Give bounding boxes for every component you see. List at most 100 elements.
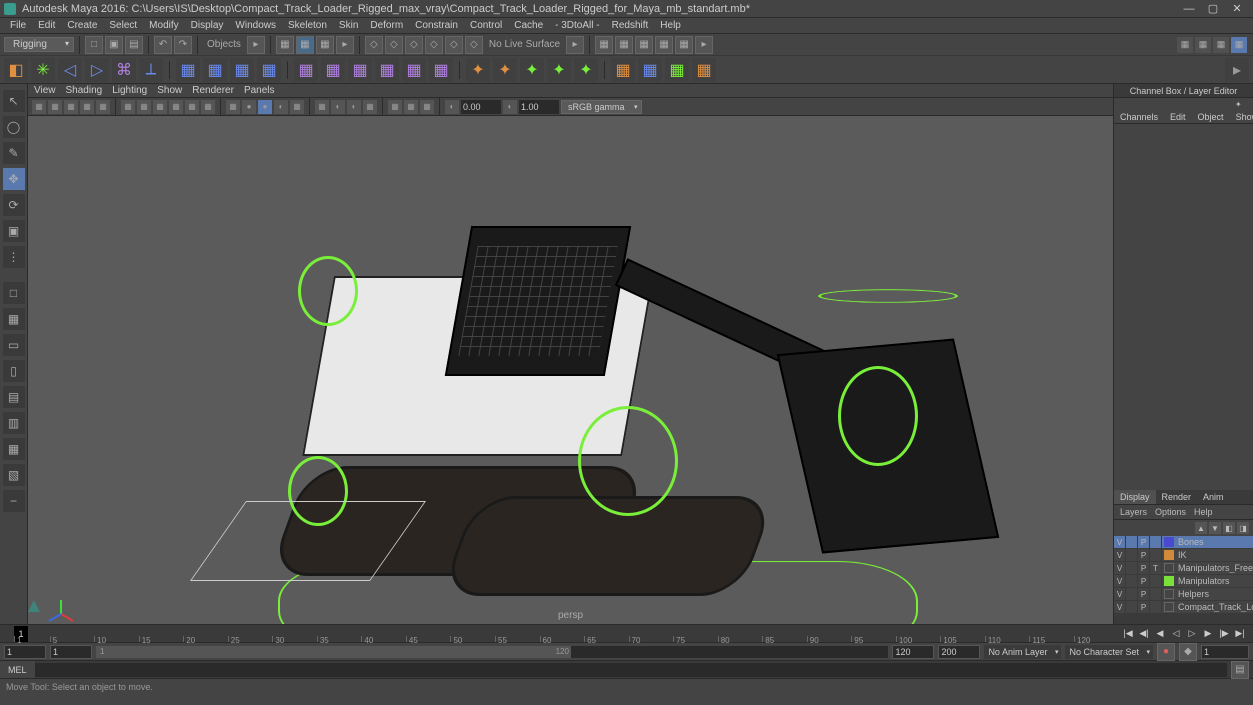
vp-textured-icon[interactable]: ● (258, 100, 272, 114)
vp-motion-blur-icon[interactable]: ▦ (388, 100, 402, 114)
constraint-parent-icon[interactable]: ✦ (466, 58, 490, 82)
layer-menu-options[interactable]: Options (1155, 507, 1186, 517)
layer-menu-layers[interactable]: Layers (1120, 507, 1147, 517)
bind-skin-icon[interactable]: ▦ (176, 58, 200, 82)
select-by-object-icon[interactable]: ▦ (276, 36, 294, 54)
command-language-label[interactable]: MEL (0, 661, 35, 678)
menu-file[interactable]: File (4, 20, 32, 31)
toggle-modeling-icon[interactable]: ▦ (1177, 37, 1193, 53)
viewport-menu-lighting[interactable]: Lighting (112, 85, 147, 96)
layer-r-toggle[interactable] (1126, 562, 1138, 574)
single-pane-icon[interactable]: □ (3, 282, 25, 304)
layer-row[interactable]: VPHelpers (1114, 588, 1253, 601)
vp-dof-icon[interactable]: ▦ (420, 100, 434, 114)
vp-xray-joints-icon[interactable]: ◐ (347, 100, 361, 114)
layer-tab-anim[interactable]: Anim (1197, 490, 1230, 504)
redo-icon[interactable]: ↷ (174, 36, 192, 54)
select-hierarchy-icon[interactable]: ▸ (247, 36, 265, 54)
move-tool-icon[interactable]: ✥ (3, 168, 25, 190)
rig-control-top[interactable] (818, 289, 958, 303)
vp-res-gate-icon[interactable]: ▦ (153, 100, 167, 114)
layer-move-down-icon[interactable]: ▼ (1209, 522, 1221, 534)
menu-create[interactable]: Create (61, 20, 103, 31)
menu-skeleton[interactable]: Skeleton (282, 20, 333, 31)
step-back-key-button[interactable]: ◀| (1137, 627, 1151, 639)
nonlinear-icon[interactable]: ▦ (429, 58, 453, 82)
play-forward-button[interactable]: ▷ (1185, 627, 1199, 639)
layer-t-toggle[interactable] (1150, 549, 1162, 561)
toggle-tool-icon[interactable]: ▦ (1213, 37, 1229, 53)
toggle-attr-icon[interactable]: ▦ (1195, 37, 1211, 53)
layer-r-toggle[interactable] (1126, 601, 1138, 613)
layer-menu-help[interactable]: Help (1194, 507, 1213, 517)
constraint-point-icon[interactable]: ✦ (493, 58, 517, 82)
layer-r-toggle[interactable] (1126, 549, 1138, 561)
layer-name[interactable]: IK (1176, 550, 1253, 560)
vp-xray-icon[interactable]: ◐ (331, 100, 345, 114)
layer-name[interactable]: Manipulators (1176, 576, 1253, 586)
constraint-orient-icon[interactable]: ✦ (520, 58, 544, 82)
two-pane-v-icon[interactable]: ▯ (3, 360, 25, 382)
anim-layer-dropdown[interactable]: No Anim Layer (984, 645, 1061, 659)
menu-deform[interactable]: Deform (364, 20, 409, 31)
control-rig-icon[interactable]: ▦ (665, 58, 689, 82)
axis-orient-icon[interactable]: ✦ (1235, 100, 1249, 110)
vp-film-gate-icon[interactable]: ▦ (137, 100, 151, 114)
select-tool-icon[interactable]: ↖ (3, 90, 25, 112)
layer-p-toggle[interactable]: P (1138, 588, 1150, 600)
render-settings-icon[interactable]: ▦ (655, 36, 673, 54)
range-end-inner-input[interactable] (892, 645, 934, 659)
custom-layout-icon[interactable]: ▧ (3, 464, 25, 486)
layout-minus-icon[interactable]: − (3, 490, 25, 512)
softmod-icon[interactable]: ▦ (402, 58, 426, 82)
range-start-outer-input[interactable] (4, 645, 46, 659)
undo-icon[interactable]: ↶ (154, 36, 172, 54)
layer-tab-render[interactable]: Render (1156, 490, 1198, 504)
menu-edit[interactable]: Edit (32, 20, 61, 31)
snap-curve-icon[interactable]: ◇ (385, 36, 403, 54)
vp-bookmark-icon[interactable]: ▦ (48, 100, 62, 114)
new-scene-icon[interactable]: □ (85, 36, 103, 54)
script-editor-icon[interactable]: ▤ (1231, 661, 1249, 679)
snap-grid-icon[interactable]: ◇ (365, 36, 383, 54)
viewport-menu-shading[interactable]: Shading (66, 85, 103, 96)
layer-color-swatch[interactable] (1164, 576, 1174, 586)
rig-control-center[interactable] (578, 406, 678, 516)
vp-gate-mask-icon[interactable]: ▦ (169, 100, 183, 114)
range-start-inner-input[interactable] (50, 645, 92, 659)
vp-select-camera-icon[interactable]: ▦ (32, 100, 46, 114)
vp-grid-icon[interactable]: ▦ (121, 100, 135, 114)
layer-color-swatch[interactable] (1164, 537, 1174, 547)
constraint-scale-icon[interactable]: ✦ (547, 58, 571, 82)
menu-select[interactable]: Select (103, 20, 143, 31)
layer-v-toggle[interactable]: V (1114, 549, 1126, 561)
menu-cache[interactable]: Cache (508, 20, 549, 31)
layer-row[interactable]: VPCompact_Track_Load (1114, 601, 1253, 614)
menu-display[interactable]: Display (185, 20, 230, 31)
ipr-render-icon[interactable]: ▦ (635, 36, 653, 54)
layer-p-toggle[interactable]: P (1138, 575, 1150, 587)
command-input[interactable] (35, 663, 1227, 677)
snap-live-icon[interactable]: ◇ (445, 36, 463, 54)
maximize-button[interactable]: ▢ (1201, 1, 1225, 17)
range-slider[interactable]: 1 120 (96, 646, 888, 658)
select-mask2-icon[interactable]: ▸ (336, 36, 354, 54)
layer-row[interactable]: VPBones (1114, 536, 1253, 549)
humanik-icon[interactable]: ▦ (638, 58, 662, 82)
layer-v-toggle[interactable]: V (1114, 588, 1126, 600)
layer-v-toggle[interactable]: V (1114, 575, 1126, 587)
render-view-icon[interactable]: ▦ (675, 36, 693, 54)
layer-color-swatch[interactable] (1164, 550, 1174, 560)
skeleton-icon[interactable]: ⟂ (139, 58, 163, 82)
channel-tab-object[interactable]: Object (1192, 110, 1230, 123)
hypershade-icon[interactable]: ▸ (695, 36, 713, 54)
vp-isolate-icon[interactable]: ▦ (315, 100, 329, 114)
layer-color-swatch[interactable] (1164, 589, 1174, 599)
menu-windows[interactable]: Windows (229, 20, 282, 31)
layer-p-toggle[interactable]: P (1138, 601, 1150, 613)
outliner-layout-icon[interactable]: ▤ (3, 386, 25, 408)
layer-v-toggle[interactable]: V (1114, 536, 1126, 548)
shelf-options-icon[interactable]: ▸ (1225, 58, 1249, 82)
layer-v-toggle[interactable]: V (1114, 562, 1126, 574)
vp-aa-icon[interactable]: ▦ (404, 100, 418, 114)
